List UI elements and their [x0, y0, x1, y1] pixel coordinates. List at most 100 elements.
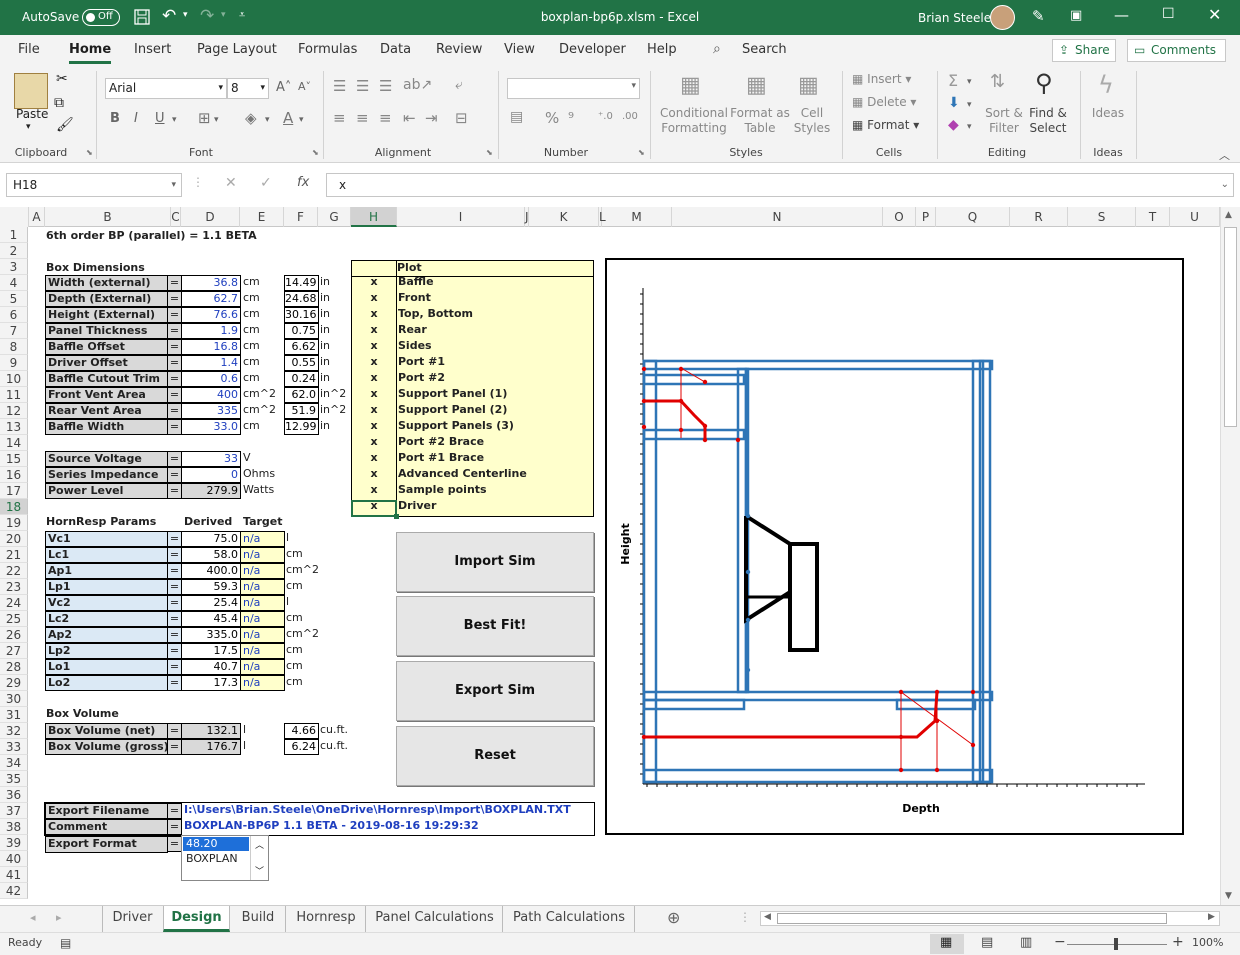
export-format-listbox[interactable]: 48.20 BOXPLAN ︿ ﹀ — [181, 835, 269, 881]
export-sim-button[interactable]: Export Sim — [396, 661, 594, 721]
selected-cell[interactable] — [351, 500, 397, 517]
paste-icon[interactable] — [14, 73, 48, 109]
decrease-font-icon[interactable]: A˅ — [298, 80, 311, 93]
plot-toggle[interactable]: x — [352, 355, 396, 371]
close-icon[interactable]: ✕ — [1208, 5, 1221, 24]
normal-view-button[interactable]: ▦ — [930, 934, 964, 954]
row-header[interactable]: 40 — [0, 851, 28, 867]
row-header[interactable]: 13 — [0, 419, 28, 435]
scroll-up-icon[interactable]: ▲ — [1225, 210, 1232, 220]
conditional-formatting-icon[interactable]: ▦ — [680, 73, 701, 98]
target-value[interactable]: n/a — [240, 611, 285, 627]
column-header[interactable]: I — [397, 207, 525, 227]
alignment-launcher-icon[interactable]: ⬊ — [486, 148, 493, 157]
target-value[interactable]: n/a — [240, 579, 285, 595]
format-as-table-button[interactable]: Format as Table — [730, 106, 790, 136]
target-value[interactable]: n/a — [240, 643, 285, 659]
chevron-up-icon[interactable]: ︿ — [255, 838, 264, 851]
target-value[interactable]: n/a — [240, 659, 285, 675]
row-header[interactable]: 23 — [0, 579, 28, 595]
target-value[interactable]: n/a — [240, 531, 285, 547]
column-header[interactable]: F — [284, 207, 318, 227]
tab-review[interactable]: Review — [436, 42, 482, 57]
font-launcher-icon[interactable]: ⬊ — [312, 148, 319, 157]
row-header[interactable]: 37 — [0, 803, 28, 819]
column-header[interactable]: K — [529, 207, 599, 227]
wrap-text-icon[interactable]: ⤶ — [455, 77, 463, 93]
paste-dropdown-icon[interactable]: ▾ — [26, 122, 31, 132]
number-launcher-icon[interactable]: ⬊ — [638, 148, 645, 157]
row-header[interactable]: 2 — [0, 243, 28, 259]
confirm-edit-icon[interactable]: ✓ — [260, 175, 272, 191]
column-header[interactable]: E — [240, 207, 284, 227]
tab-split-icon[interactable]: ⋮ — [739, 910, 751, 924]
minimize-icon[interactable]: — — [1114, 6, 1129, 24]
fill-icon[interactable]: ⬇ — [948, 95, 960, 111]
decrease-decimal-icon[interactable]: .00 — [622, 111, 638, 122]
select-all-corner[interactable] — [0, 207, 29, 227]
align-left-icon[interactable]: ≡ — [333, 109, 346, 127]
page-break-view-icon[interactable]: ▥ — [1020, 935, 1032, 950]
tab-data[interactable]: Data — [380, 42, 411, 57]
column-header[interactable]: D — [181, 207, 240, 227]
scroll-right-icon[interactable]: ▶ — [1208, 912, 1215, 922]
scroll-left-icon[interactable]: ◀ — [764, 912, 771, 922]
fill-handle[interactable] — [394, 514, 399, 519]
column-header[interactable]: O — [883, 207, 916, 227]
target-value[interactable]: n/a — [240, 627, 285, 643]
comments-button[interactable]: ▭ Comments — [1127, 39, 1226, 62]
plot-toggle[interactable]: x — [352, 275, 396, 291]
add-sheet-icon[interactable]: ⊕ — [667, 908, 680, 927]
row-header[interactable]: 14 — [0, 435, 28, 451]
scroll-right-icon[interactable]: ▸ — [56, 911, 62, 924]
page-layout-view-icon[interactable]: ▤ — [981, 935, 993, 950]
plot-toggle[interactable]: x — [352, 483, 396, 499]
row-header[interactable]: 11 — [0, 387, 28, 403]
increase-decimal-icon[interactable]: ⁺.0 — [598, 111, 613, 122]
export-value[interactable]: I:\Users\Brian.Steele\OneDrive\Hornresp\… — [182, 803, 592, 819]
plot-toggle[interactable]: x — [352, 387, 396, 403]
scroll-thumb[interactable] — [1224, 227, 1237, 427]
format-as-table-icon[interactable]: ▦ — [746, 73, 767, 98]
autosum-dropdown-icon[interactable]: ▾ — [967, 77, 972, 87]
increase-font-icon[interactable]: A˄ — [276, 80, 291, 95]
column-header[interactable]: M — [602, 207, 672, 227]
clear-icon[interactable]: ◆ — [948, 117, 959, 133]
column-header[interactable]: H — [351, 207, 397, 227]
column-header[interactable]: N — [672, 207, 883, 227]
column-header[interactable]: B — [45, 207, 171, 227]
format-painter-icon[interactable]: 🖌 — [56, 117, 74, 133]
row-header[interactable]: 34 — [0, 755, 28, 771]
undo-icon[interactable]: ↶ — [162, 6, 176, 26]
clipboard-launcher-icon[interactable]: ⬊ — [86, 148, 93, 157]
expand-formula-icon[interactable]: ⌄ — [1221, 174, 1229, 196]
redo-icon[interactable]: ↷ — [200, 6, 214, 26]
scroll-down-icon[interactable]: ▼ — [1225, 891, 1232, 901]
font-name-box[interactable]: Arial ▾ — [105, 78, 227, 99]
redo-dropdown-icon[interactable]: ▾ — [221, 10, 226, 20]
paste-label[interactable]: Paste — [16, 107, 48, 121]
tab-insert[interactable]: Insert — [134, 42, 171, 57]
insert-function-icon[interactable]: fx — [297, 175, 309, 190]
collapse-ribbon-icon[interactable]: ︿ — [1219, 147, 1230, 163]
search-label[interactable]: Search — [742, 42, 787, 57]
row-header[interactable]: 42 — [0, 883, 28, 899]
param-value[interactable]: 0.6 — [181, 371, 241, 387]
zoom-in-icon[interactable]: + — [1172, 934, 1184, 950]
insert-cells-button[interactable]: ▦ Insert ▾ — [852, 72, 911, 87]
merge-center-icon[interactable]: ⊟ — [455, 109, 468, 127]
undo-dropdown-icon[interactable]: ▾ — [183, 10, 188, 20]
row-header[interactable]: 17 — [0, 483, 28, 499]
param-value[interactable]: 76.6 — [181, 307, 241, 323]
param-value[interactable]: 36.8 — [181, 275, 241, 291]
row-header[interactable]: 28 — [0, 659, 28, 675]
row-header[interactable]: 36 — [0, 787, 28, 803]
column-header[interactable]: T — [1136, 207, 1170, 227]
row-header[interactable]: 31 — [0, 707, 28, 723]
underline-button[interactable]: U — [155, 111, 165, 126]
tab-view[interactable]: View — [504, 42, 535, 57]
font-size-box[interactable]: 8 ▾ — [227, 78, 269, 99]
chevron-down-icon[interactable]: ﹀ — [255, 864, 264, 877]
plot-toggle[interactable]: x — [352, 403, 396, 419]
format-option[interactable]: BOXPLAN — [183, 852, 249, 866]
